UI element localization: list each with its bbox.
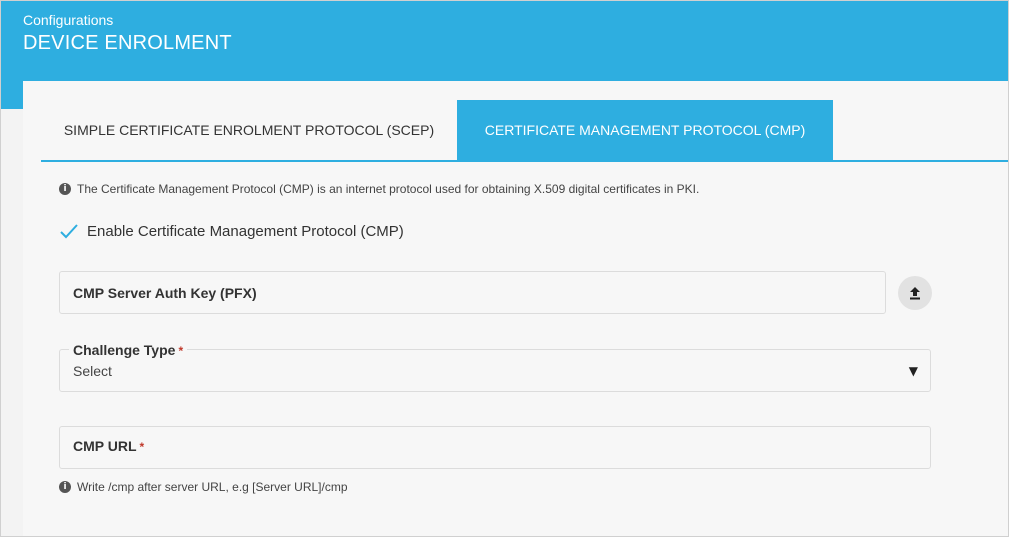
breadcrumb[interactable]: Configurations xyxy=(23,12,113,28)
required-marker: * xyxy=(178,344,184,358)
caret-down-icon[interactable]: ▼ xyxy=(909,364,918,378)
tab-bar: SIMPLE CERTIFICATE ENROLMENT PROTOCOL (S… xyxy=(41,100,1008,162)
info-circle-icon: i xyxy=(59,183,71,195)
info-message: i The Certificate Management Protocol (C… xyxy=(59,182,699,196)
challenge-type-value: Select xyxy=(73,363,112,379)
challenge-type-select[interactable]: Challenge Type * Select ▼ xyxy=(59,342,931,392)
challenge-type-label: Challenge Type * xyxy=(69,342,188,358)
cmp-url-field[interactable]: CMP URL * xyxy=(59,426,931,469)
upload-icon xyxy=(910,287,920,300)
required-marker: * xyxy=(139,440,145,454)
enable-cmp-checkbox[interactable]: Enable Certificate Management Protocol (… xyxy=(59,221,404,241)
enable-cmp-label: Enable Certificate Management Protocol (… xyxy=(87,222,404,240)
tab-scep[interactable]: SIMPLE CERTIFICATE ENROLMENT PROTOCOL (S… xyxy=(41,100,457,160)
app-window: Configurations DEVICE ENROLMENT SIMPLE C… xyxy=(0,0,1009,537)
info-text: The Certificate Management Protocol (CMP… xyxy=(77,182,700,196)
page-title: DEVICE ENROLMENT xyxy=(23,32,232,54)
upload-button[interactable] xyxy=(898,276,932,310)
auth-key-field[interactable]: CMP Server Auth Key (PFX) xyxy=(59,271,886,314)
cmp-url-label: CMP URL * xyxy=(73,438,145,454)
auth-key-label: CMP Server Auth Key (PFX) xyxy=(73,285,257,301)
cmp-url-hint: i Write /cmp after server URL, e.g [Serv… xyxy=(59,480,348,494)
settings-card: SIMPLE CERTIFICATE ENROLMENT PROTOCOL (S… xyxy=(23,81,1008,536)
cmp-url-hint-text: Write /cmp after server URL, e.g [Server… xyxy=(77,480,348,494)
info-circle-icon: i xyxy=(59,481,71,493)
tab-cmp[interactable]: CERTIFICATE MANAGEMENT PROTOCOL (CMP) xyxy=(457,100,833,160)
checkmark-icon[interactable] xyxy=(59,221,79,241)
